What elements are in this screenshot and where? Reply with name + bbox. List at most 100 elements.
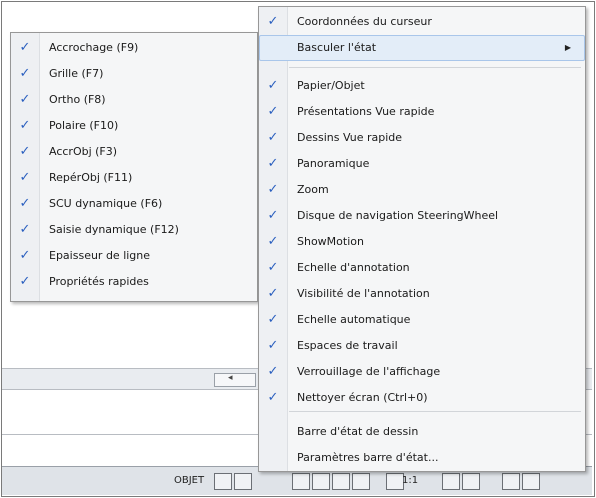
checkmark-icon: ✓ (267, 364, 279, 379)
checkmark-icon (259, 419, 287, 445)
menu-item-label: Paramètres barre d'état... (297, 451, 439, 464)
steeringwheel-icon[interactable] (332, 473, 350, 490)
submenu-item-label: SCU dynamique (F6) (49, 197, 163, 210)
layout-icon[interactable] (214, 473, 232, 490)
checkmark-icon: ✓ (19, 66, 31, 81)
submenu-item-label: Saisie dynamique (F12) (49, 223, 179, 236)
menu-item-echelle-automatique[interactable]: ✓ Echelle automatique (259, 307, 585, 333)
menu-item-label: Echelle d'annotation (297, 261, 410, 274)
checkmark-icon: ✓ (19, 144, 31, 159)
showmotion-icon[interactable] (352, 473, 370, 490)
menu-item-label: Zoom (297, 183, 329, 196)
menu-item-panoramique[interactable]: ✓ Panoramique (259, 151, 585, 177)
checkmark-icon: ✓ (267, 182, 279, 197)
checkmark-icon: ✓ (267, 130, 279, 145)
menu-item-nettoyer-ecran-ctrl-0[interactable]: ✓ Nettoyer écran (Ctrl+0) (259, 385, 585, 411)
checkmark-icon: ✓ (19, 222, 31, 237)
menu-item-barre-d-etat-de-dessin[interactable]: Barre d'état de dessin (259, 419, 585, 445)
submenu-item-label: Grille (F7) (49, 67, 104, 80)
submenu-item-label: Accrochage (F9) (49, 41, 139, 54)
checkmark-icon: ✓ (19, 40, 31, 55)
menu-item-visibilite-de-l-annotation[interactable]: ✓ Visibilité de l'annotation (259, 281, 585, 307)
submenu-item-label: Propriétés rapides (49, 275, 149, 288)
submenu-arrow-icon: ▶ (564, 43, 571, 52)
submenu-item-label: Ortho (F8) (49, 93, 106, 106)
checkmark-icon: ✓ (267, 14, 279, 29)
checkmark-icon: ✓ (19, 274, 31, 289)
checkmark-icon: ✓ (19, 170, 31, 185)
menu-item-papier-objet[interactable]: ✓ Papier/Objet (259, 73, 585, 99)
pan-icon[interactable] (292, 473, 310, 490)
submenu-item-epaisseur-de-ligne[interactable]: ✓ Epaisseur de ligne (11, 243, 257, 269)
menu-item-zoom[interactable]: ✓ Zoom (259, 177, 585, 203)
separator-1 (289, 67, 581, 68)
separator-2 (289, 411, 581, 412)
checkmark-icon: ✓ (267, 390, 279, 405)
checkmark-icon: ✓ (267, 78, 279, 93)
toggle-state-submenu: ✓ Accrochage (F9) ✓ Grille (F7) ✓ Ortho (F8) ✓… (10, 32, 258, 302)
menu-item-echelle-d-annotation[interactable]: ✓ Echelle d'annotation (259, 255, 585, 281)
menu-item-label: Espaces de travail (297, 339, 398, 352)
zoom-icon[interactable] (312, 473, 330, 490)
menu-item-parametres-barre-d-etat[interactable]: Paramètres barre d'état... (259, 445, 585, 471)
checkmark-icon (259, 445, 287, 471)
model-icon[interactable] (234, 473, 252, 490)
workspace-icon[interactable] (502, 473, 520, 490)
menu-item-basculer-l-etat[interactable]: Basculer l'état ▶ (259, 35, 585, 61)
checkmark-icon: ✓ (267, 338, 279, 353)
submenu-item-reperobj-f11[interactable]: ✓ RepérObj (F11) (11, 165, 257, 191)
autoscale-icon[interactable] (462, 473, 480, 490)
checkmark-icon (259, 35, 287, 61)
checkmark-icon: ✓ (19, 196, 31, 211)
menu-item-dessins-vue-rapide[interactable]: ✓ Dessins Vue rapide (259, 125, 585, 151)
menu-item-showmotion[interactable]: ✓ ShowMotion (259, 229, 585, 255)
checkmark-icon: ✓ (267, 312, 279, 327)
menu-item-verrouillage-de-l-affichage[interactable]: ✓ Verrouillage de l'affichage (259, 359, 585, 385)
menu-item-label: Panoramique (297, 157, 370, 170)
submenu-item-label: Epaisseur de ligne (49, 249, 151, 262)
menu-item-label: Coordonnées du curseur (297, 15, 432, 28)
menu-item-espaces-de-travail[interactable]: ✓ Espaces de travail (259, 333, 585, 359)
checkmark-icon: ✓ (19, 118, 31, 133)
menu-item-label: Nettoyer écran (Ctrl+0) (297, 391, 428, 404)
submenu-item-accrobj-f3[interactable]: ✓ AccrObj (F3) (11, 139, 257, 165)
checkmark-icon: ✓ (19, 92, 31, 107)
checkmark-icon: ✓ (267, 260, 279, 275)
menu-item-coordonnees-du-curseur[interactable]: ✓ Coordonnées du curseur (259, 9, 585, 35)
menu-item-label: Basculer l'état (297, 41, 377, 54)
menu-item-label: Verrouillage de l'affichage (297, 365, 441, 378)
statusbar-context-menu: ✓ Coordonnées du curseur Basculer l'état ▶ ✓… (258, 6, 586, 472)
menu-item-label: Visibilité de l'annotation (297, 287, 430, 300)
objet-toggle[interactable]: OBJET (174, 475, 204, 486)
submenu-item-label: Polaire (F10) (49, 119, 119, 132)
annotation-visibility-icon[interactable] (442, 473, 460, 490)
menu-item-label: Dessins Vue rapide (297, 131, 403, 144)
lock-icon[interactable] (522, 473, 540, 490)
menu-item-label: Présentations Vue rapide (297, 105, 435, 118)
menu-item-presentations-vue-rapide[interactable]: ✓ Présentations Vue rapide (259, 99, 585, 125)
menu-item-disque-de-navigation-steeringwheel[interactable]: ✓ Disque de navigation SteeringWheel (259, 203, 585, 229)
submenu-item-ortho-f8[interactable]: ✓ Ortho (F8) (11, 87, 257, 113)
scroll-left-icon[interactable]: ◂ (228, 373, 233, 383)
checkmark-icon: ✓ (267, 234, 279, 249)
menu-item-label: ShowMotion (297, 235, 364, 248)
submenu-item-accrochage-f9[interactable]: ✓ Accrochage (F9) (11, 35, 257, 61)
checkmark-icon: ✓ (267, 156, 279, 171)
checkmark-icon: ✓ (19, 248, 31, 263)
checkmark-icon: ✓ (267, 104, 279, 119)
submenu-item-proprietes-rapides[interactable]: ✓ Propriétés rapides (11, 269, 257, 295)
menu-item-label: Barre d'état de dessin (297, 425, 419, 438)
annotation-scale-value[interactable]: 1:1 (402, 475, 418, 486)
scrollbar-thumb[interactable] (214, 373, 256, 387)
submenu-item-grille-f7[interactable]: ✓ Grille (F7) (11, 61, 257, 87)
checkmark-icon: ✓ (267, 208, 279, 223)
submenu-item-polaire-f10[interactable]: ✓ Polaire (F10) (11, 113, 257, 139)
menu-item-label: Echelle automatique (297, 313, 411, 326)
menu-item-label: Disque de navigation SteeringWheel (297, 209, 499, 222)
submenu-item-scu-dynamique-f6[interactable]: ✓ SCU dynamique (F6) (11, 191, 257, 217)
submenu-item-saisie-dynamique-f12[interactable]: ✓ Saisie dynamique (F12) (11, 217, 257, 243)
checkmark-icon: ✓ (267, 286, 279, 301)
menu-item-label: Papier/Objet (297, 79, 365, 92)
submenu-item-label: AccrObj (F3) (49, 145, 118, 158)
submenu-item-label: RepérObj (F11) (49, 171, 133, 184)
